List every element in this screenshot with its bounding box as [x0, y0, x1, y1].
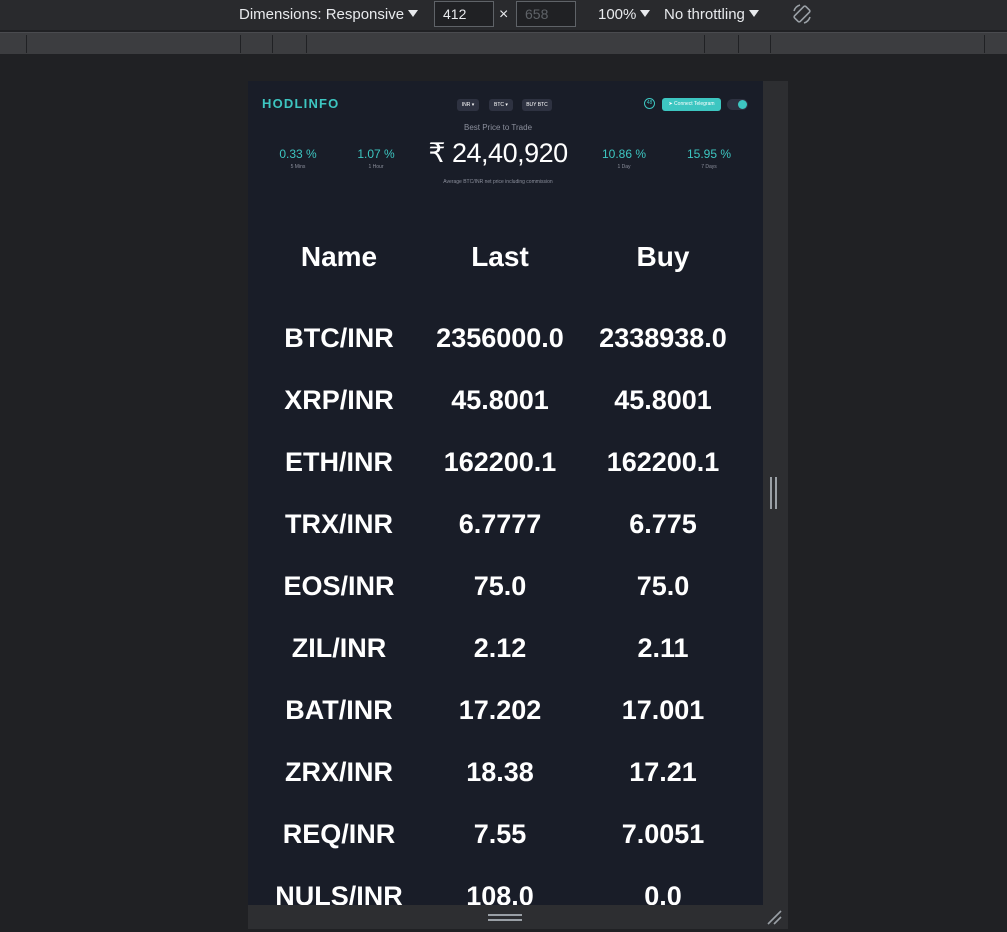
cell-name: EOS/INR — [283, 571, 395, 601]
stat-label: 5 Mins — [290, 164, 306, 170]
chevron-down-icon — [408, 10, 419, 17]
zoom-label: 100% — [598, 6, 637, 23]
stat-1-hour: 1.07 % 1 Hour — [346, 147, 406, 170]
cell-name: BAT/INR — [285, 695, 393, 725]
throttling-label: No throttling — [664, 6, 745, 23]
cell-last: 162200.1 — [443, 447, 557, 477]
horizontal-resize-handle[interactable] — [488, 914, 522, 922]
cell-name: TRX/INR — [285, 509, 393, 539]
connect-telegram-button[interactable]: ➤ Connect Telegram — [662, 98, 721, 111]
vertical-resize-handle[interactable] — [770, 477, 778, 509]
logo[interactable]: HODLINFO — [262, 96, 339, 111]
stat-label: 7 Days — [701, 164, 717, 170]
cell-name: REQ/INR — [282, 819, 396, 849]
device-viewport-frame: HODLINFO INR ▾ BTC ▾ BUY BTC 48 ➤ Connec… — [248, 81, 788, 929]
cell-name: ZRX/INR — [285, 757, 393, 787]
average-note: Average BTC/INR net price including comm… — [443, 179, 553, 185]
cell-buy: 75.0 — [636, 571, 690, 601]
rotate-icon[interactable] — [790, 2, 814, 26]
cell-last: 17.202 — [458, 695, 542, 725]
width-input[interactable]: 412 — [434, 1, 494, 27]
header-last: Last — [471, 241, 529, 272]
cell-buy: 17.21 — [629, 757, 697, 787]
theme-toggle[interactable] — [727, 99, 748, 110]
throttling-dropdown[interactable]: No throttling — [664, 6, 759, 23]
cell-last: 2.12 — [473, 633, 527, 663]
header-buy: Buy — [636, 241, 690, 272]
cell-buy: 2338938.0 — [599, 323, 727, 353]
coin-dropdown[interactable]: BTC ▾ — [489, 99, 513, 111]
chevron-down-icon — [748, 10, 759, 17]
stat-value: 0.33 % — [279, 147, 317, 161]
zoom-dropdown[interactable]: 100% — [598, 6, 651, 23]
stat-label: 1 Hour — [368, 164, 384, 170]
cell-name: NULS/INR — [275, 881, 403, 905]
cell-name: BTC/INR — [284, 323, 394, 353]
cell-buy: 7.0051 — [621, 819, 705, 849]
cell-last: 45.8001 — [451, 385, 549, 415]
cell-buy: 162200.1 — [606, 447, 720, 477]
cell-last: 6.7777 — [458, 509, 542, 539]
height-input[interactable]: 658 — [516, 1, 576, 27]
stat-7-days: 15.95 % 7 Days — [679, 147, 739, 170]
header-name: Name — [300, 241, 378, 272]
stat-value: 10.86 % — [601, 147, 647, 161]
stat-value: 15.95 % — [686, 147, 732, 161]
stat-5-mins: 0.33 % 5 Mins — [268, 147, 328, 170]
refresh-timer: 48 — [644, 98, 655, 109]
dimensions-dropdown[interactable]: Dimensions: Responsive — [239, 6, 419, 23]
chevron-down-icon — [640, 10, 651, 17]
dimensions-label: Dimensions: Responsive — [239, 6, 405, 23]
cell-name: ZIL/INR — [291, 633, 387, 663]
best-price-label: Best Price to Trade — [463, 123, 533, 132]
coin-label: BTC — [494, 102, 505, 108]
cell-name: ETH/INR — [285, 447, 393, 477]
times-icon: × — [499, 6, 509, 23]
corner-resize-icon[interactable] — [766, 909, 782, 925]
stat-1-day: 10.86 % 1 Day — [594, 147, 654, 170]
best-price-value: ₹ 24,40,920 — [428, 138, 568, 168]
cell-buy: 2.11 — [637, 633, 689, 663]
currency-dropdown[interactable]: INR ▾ — [457, 99, 479, 111]
cell-buy: 17.001 — [621, 695, 705, 725]
stat-label: 1 Day — [617, 164, 631, 170]
telegram-label: Connect Telegram — [674, 101, 715, 107]
media-query-bar[interactable] — [0, 32, 1007, 54]
cell-last: 2356000.0 — [436, 323, 564, 353]
devtools-toolbar: Dimensions: Responsive 412 × 658 100% No… — [0, 0, 1007, 30]
telegram-icon: ➤ — [668, 101, 673, 107]
cell-buy: 0.0 — [644, 881, 682, 905]
cell-name: XRP/INR — [284, 385, 394, 415]
stat-value: 1.07 % — [357, 147, 395, 161]
cell-last: 7.55 — [473, 819, 527, 849]
cell-last: 108.0 — [466, 881, 534, 905]
cell-last: 75.0 — [473, 571, 527, 601]
buy-btc-button[interactable]: BUY BTC — [522, 99, 552, 111]
cell-buy: 6.775 — [629, 509, 697, 539]
cell-last: 18.38 — [466, 757, 534, 787]
currency-label: INR — [461, 102, 471, 108]
cell-buy: 45.8001 — [614, 385, 712, 415]
hodlinfo-page: HODLINFO INR ▾ BTC ▾ BUY BTC 48 ➤ Connec… — [248, 81, 763, 905]
